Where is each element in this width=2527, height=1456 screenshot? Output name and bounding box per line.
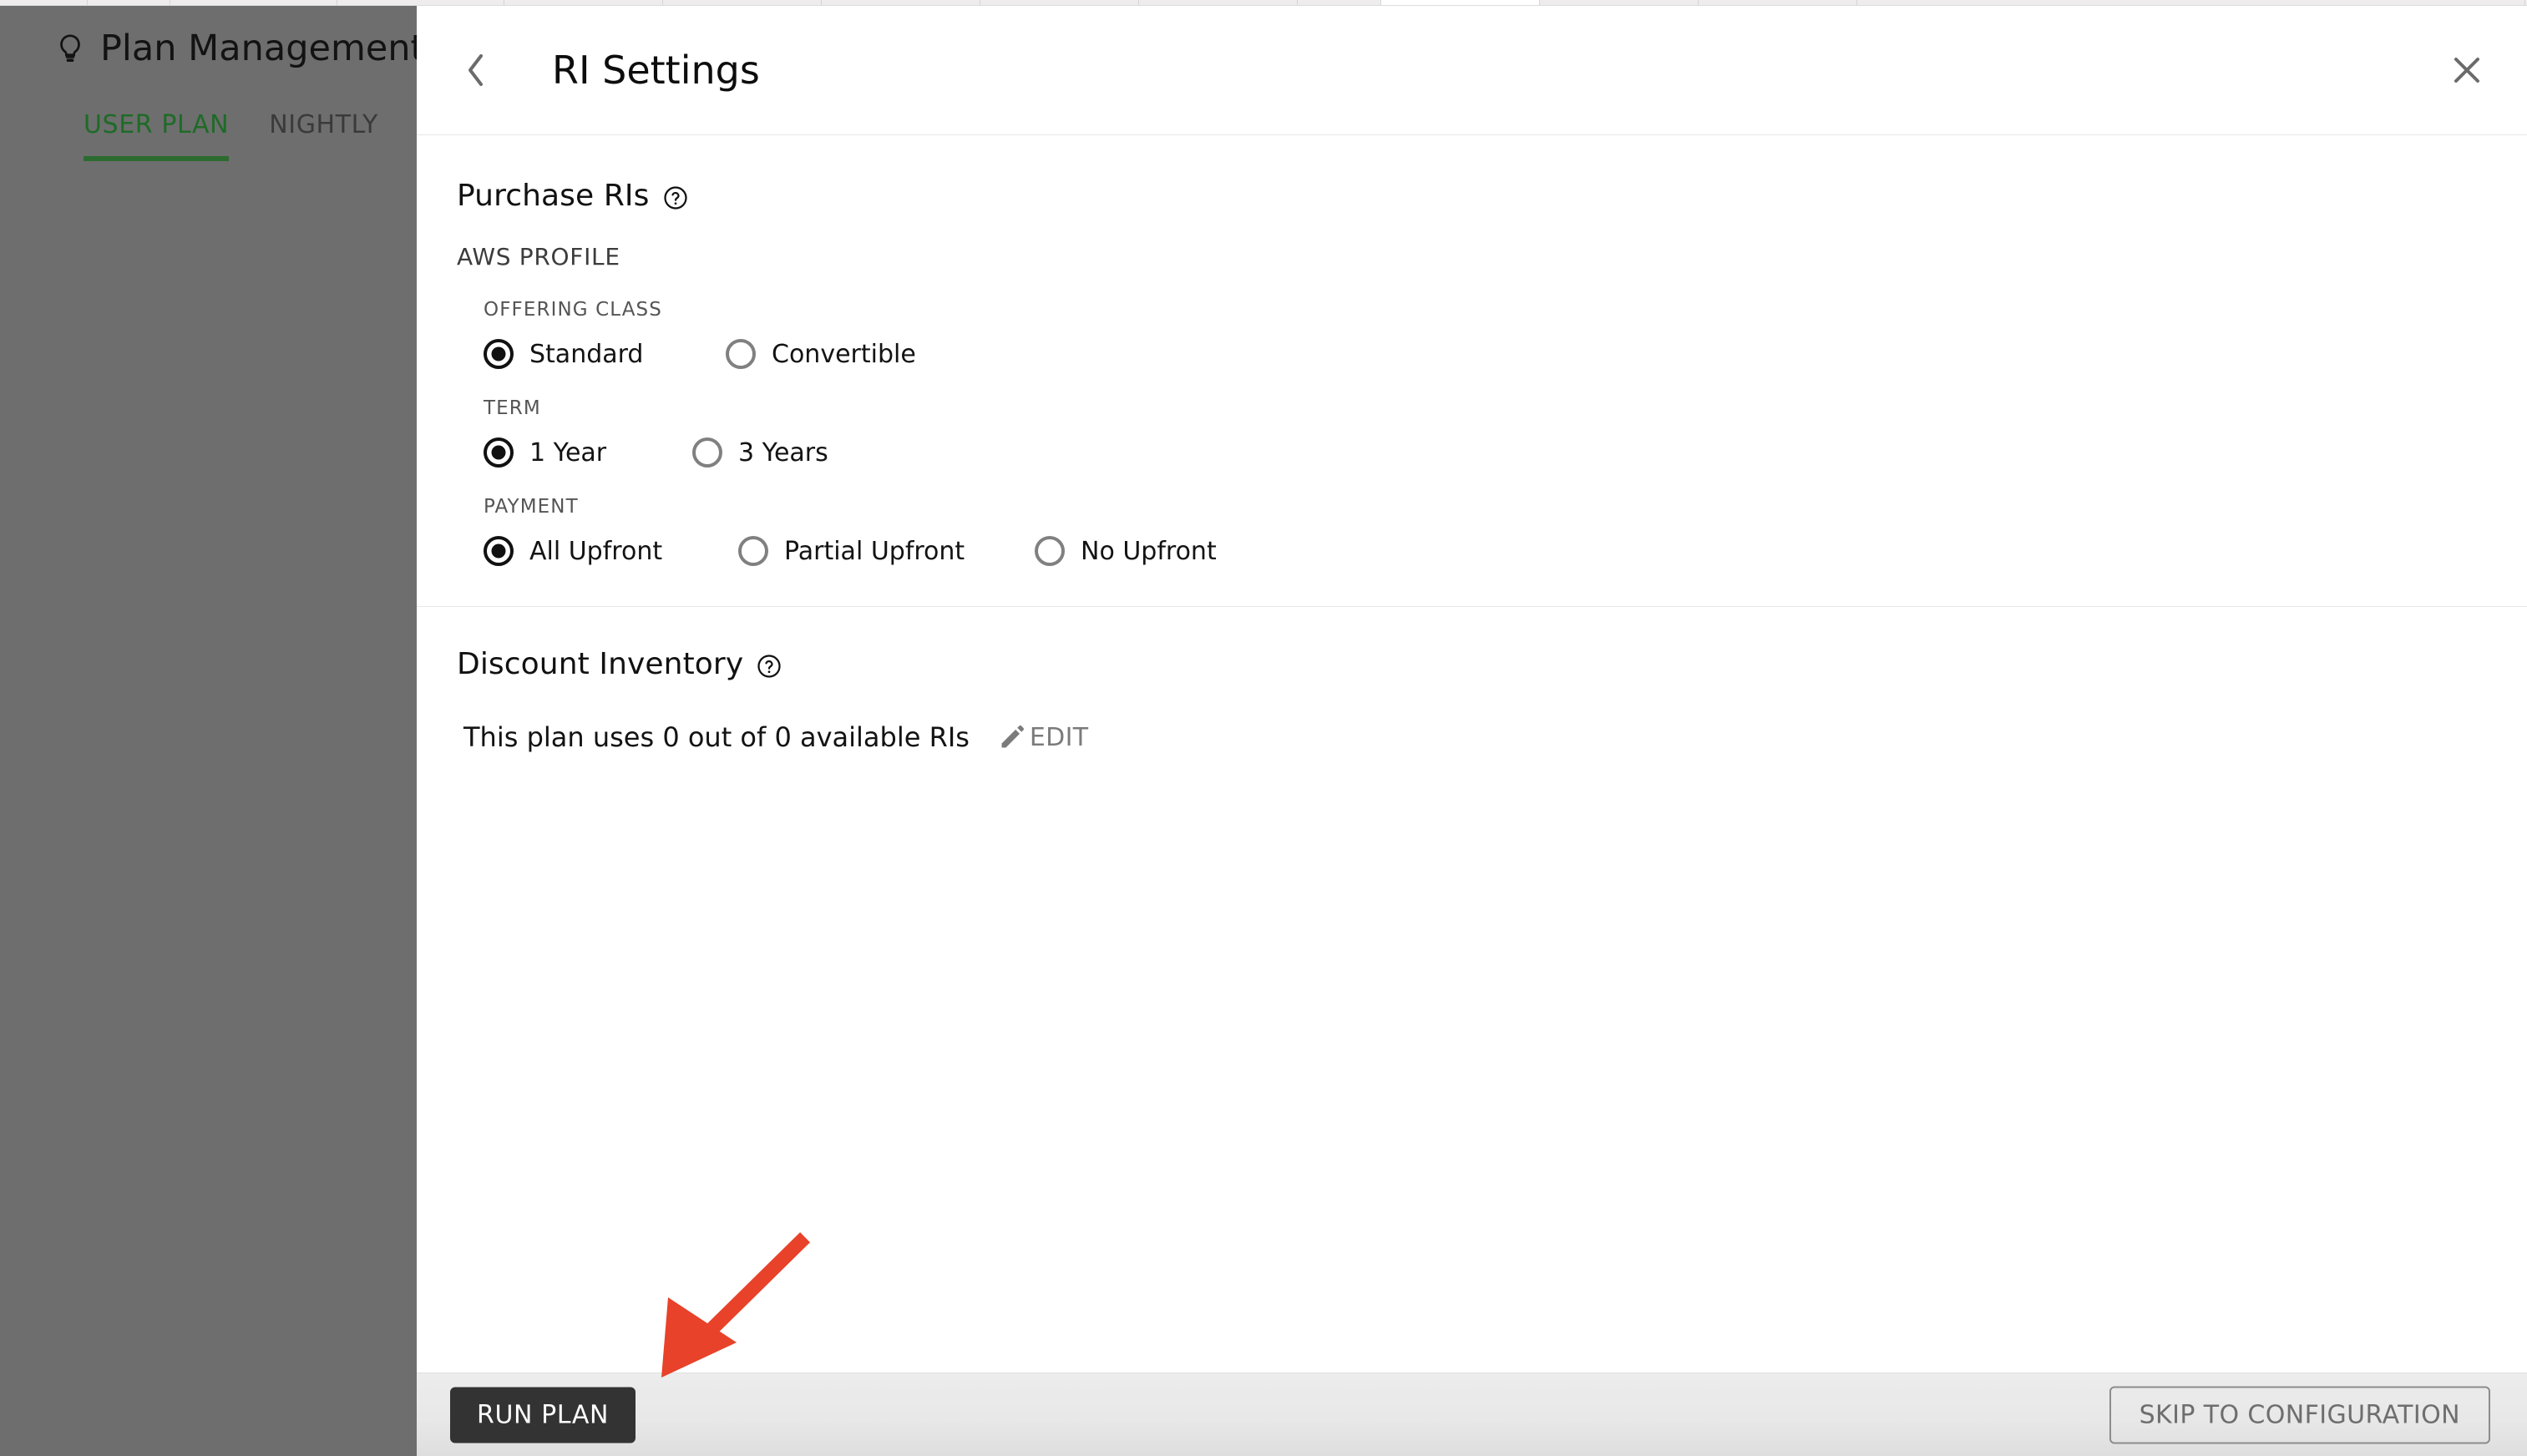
radio-indicator xyxy=(692,437,722,468)
radio-1-year[interactable]: 1 Year xyxy=(484,437,692,468)
edit-label: EDIT xyxy=(1029,722,1089,752)
radio-indicator xyxy=(738,536,768,566)
radio-label: Standard xyxy=(529,339,644,369)
ri-settings-panel: RI Settings Purchase RIs AWS PROFILE OFF… xyxy=(417,6,2527,1456)
browser-tab-active[interactable] xyxy=(1381,0,1540,5)
offering-class-label: OFFERING CLASS xyxy=(484,299,662,321)
app-header: Plan Management xyxy=(55,31,417,67)
radio-indicator xyxy=(484,437,514,468)
radio-label: 1 Year xyxy=(529,437,607,468)
term-radio-group: 1 Year 3 Years xyxy=(484,437,2527,468)
radio-partial-upfront[interactable]: Partial Upfront xyxy=(738,536,1035,566)
radio-label: All Upfront xyxy=(529,536,663,566)
run-plan-button[interactable]: RUN PLAN xyxy=(450,1387,636,1443)
payment-label: PAYMENT xyxy=(484,496,579,518)
panel-title: RI Settings xyxy=(552,48,760,93)
tab-nightly[interactable]: NIGHTLY xyxy=(269,110,378,161)
radio-label: Convertible xyxy=(772,339,916,369)
browser-tab[interactable] xyxy=(88,0,170,5)
lightbulb-icon xyxy=(55,33,85,66)
inventory-usage-text: This plan uses 0 out of 0 available RIs xyxy=(463,721,970,753)
radio-indicator xyxy=(726,339,756,369)
radio-indicator xyxy=(484,536,514,566)
radio-standard[interactable]: Standard xyxy=(484,339,726,369)
browser-tab[interactable] xyxy=(504,0,663,5)
page-title: Plan Management xyxy=(100,28,417,69)
radio-label: Partial Upfront xyxy=(784,536,965,566)
section-heading-text: Discount Inventory xyxy=(457,647,744,681)
panel-body: Purchase RIs AWS PROFILE OFFERING CLASS xyxy=(417,135,2527,1373)
app-tab-bar: USER PLAN NIGHTLY xyxy=(84,110,378,161)
background-app-dimmed: Plan Management USER PLAN NIGHTLY xyxy=(0,6,417,1456)
payment-radio-group: All Upfront Partial Upfront No Upfront xyxy=(484,536,2527,566)
panel-header: RI Settings xyxy=(417,6,2527,135)
radio-3-years[interactable]: 3 Years xyxy=(692,437,828,468)
screen: Plan Management USER PLAN NIGHTLY RI Set… xyxy=(0,0,2527,1456)
radio-convertible[interactable]: Convertible xyxy=(726,339,916,369)
browser-tab[interactable] xyxy=(1139,0,1298,5)
radio-no-upfront[interactable]: No Upfront xyxy=(1035,536,1217,566)
browser-tab-strip xyxy=(0,0,2527,6)
browser-tab[interactable] xyxy=(170,0,337,5)
aws-profile-label: AWS PROFILE xyxy=(457,243,620,270)
section-purchase-ris: Purchase RIs AWS PROFILE OFFERING CLASS xyxy=(417,135,2527,606)
browser-tab[interactable] xyxy=(822,0,980,5)
skip-to-configuration-button[interactable]: SKIP TO CONFIGURATION xyxy=(2109,1386,2490,1443)
discount-inventory-usage-row: This plan uses 0 out of 0 available RIs … xyxy=(463,721,2527,753)
browser-tab[interactable] xyxy=(1298,0,1381,5)
radio-label: No Upfront xyxy=(1081,536,1217,566)
browser-tab[interactable] xyxy=(337,0,504,5)
pencil-icon xyxy=(998,723,1026,751)
offering-class-radio-group: Standard Convertible xyxy=(484,339,2527,369)
browser-tab[interactable] xyxy=(1540,0,1699,5)
back-button[interactable] xyxy=(453,48,499,93)
panel-footer: RUN PLAN SKIP TO CONFIGURATION xyxy=(417,1373,2527,1456)
radio-indicator xyxy=(1035,536,1065,566)
browser-tab[interactable] xyxy=(0,0,88,5)
section-heading-text: Purchase RIs xyxy=(457,179,650,213)
browser-tab[interactable] xyxy=(663,0,822,5)
help-circle-icon[interactable] xyxy=(757,652,782,678)
section-title-discount-inventory: Discount Inventory xyxy=(457,647,2527,681)
browser-tab[interactable] xyxy=(980,0,1139,5)
radio-all-upfront[interactable]: All Upfront xyxy=(484,536,738,566)
section-discount-inventory: Discount Inventory This plan uses 0 out … xyxy=(417,607,2527,753)
section-title-purchase-ris: Purchase RIs xyxy=(457,179,2527,213)
term-label: TERM xyxy=(484,397,541,419)
radio-indicator xyxy=(484,339,514,369)
close-icon[interactable] xyxy=(2442,45,2492,95)
tab-user-plan[interactable]: USER PLAN xyxy=(84,110,230,161)
browser-tab[interactable] xyxy=(1699,0,1857,5)
help-circle-icon[interactable] xyxy=(663,184,688,210)
browser-tab[interactable] xyxy=(1857,0,2525,5)
edit-inventory-button[interactable]: EDIT xyxy=(998,723,1088,752)
radio-label: 3 Years xyxy=(738,437,828,468)
